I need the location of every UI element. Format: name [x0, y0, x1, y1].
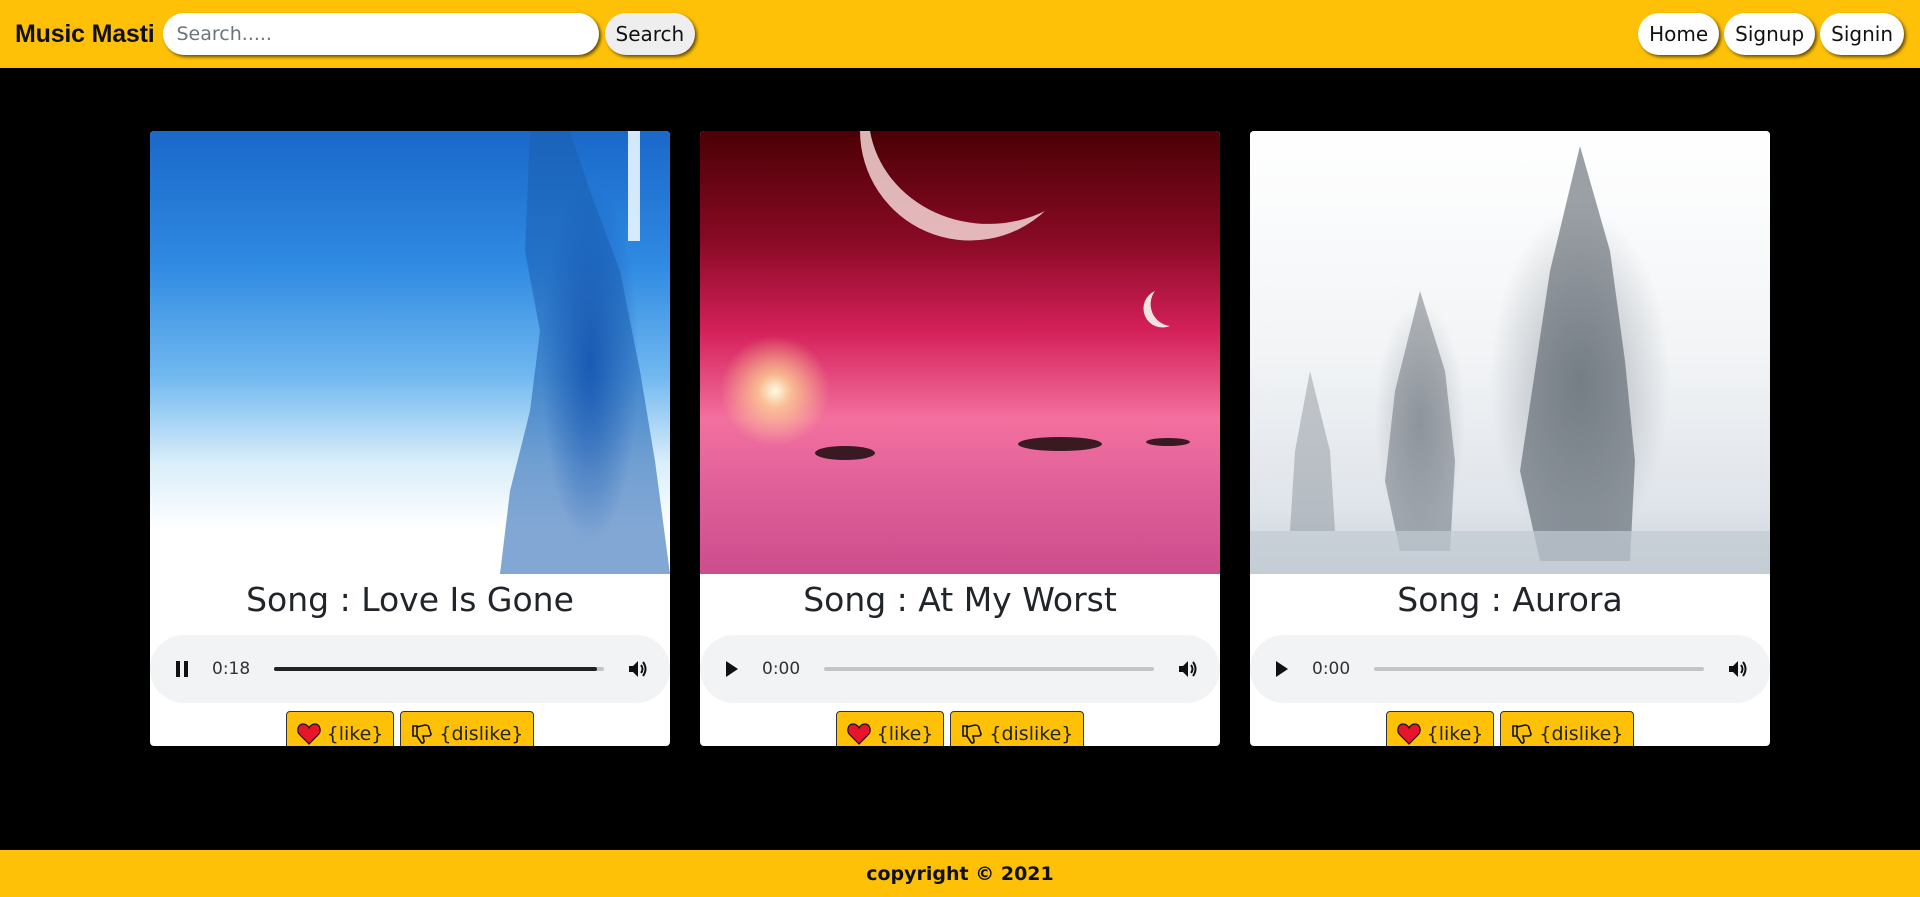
seek-bar[interactable]: [274, 667, 604, 671]
dislike-button[interactable]: {dislike}: [950, 711, 1085, 746]
thumbs-down-icon: [961, 723, 983, 745]
nav-home-button[interactable]: Home: [1638, 13, 1720, 55]
song-card: Song : Love Is Gone 0:18 {like} {dislike…: [150, 131, 670, 746]
song-card: Song : At My Worst 0:00 {like} {dislike}: [700, 131, 1220, 746]
play-icon[interactable]: [1270, 657, 1294, 681]
footer: copyright © 2021: [0, 850, 1920, 897]
volume-icon[interactable]: [1726, 657, 1750, 681]
thumbs-down-icon: [411, 723, 433, 745]
play-icon[interactable]: [720, 657, 744, 681]
audio-player[interactable]: 0:00: [700, 635, 1220, 703]
volume-icon[interactable]: [1176, 657, 1200, 681]
album-art: [150, 131, 670, 574]
like-label: {like}: [326, 722, 384, 745]
pause-icon[interactable]: [170, 657, 194, 681]
song-title: Song : Aurora: [1397, 580, 1623, 619]
player-time: 0:18: [212, 659, 251, 679]
navbar: Music Masti Search Home Signup Signin: [0, 0, 1920, 68]
dislike-button[interactable]: {dislike}: [1500, 711, 1635, 746]
seek-bar[interactable]: [1374, 667, 1704, 671]
nav-signup-button[interactable]: Signup: [1724, 13, 1816, 55]
search-input[interactable]: [162, 13, 599, 55]
seek-progress: [274, 667, 598, 671]
song-card: Song : Aurora 0:00 {like} {dislike}: [1250, 131, 1770, 746]
like-button[interactable]: {like}: [1385, 711, 1495, 746]
player-time: 0:00: [762, 659, 801, 679]
copyright-text: copyright © 2021: [866, 862, 1054, 885]
volume-icon[interactable]: [626, 657, 650, 681]
album-art: [1250, 131, 1770, 574]
like-label: {like}: [1426, 722, 1484, 745]
heart-icon: [296, 722, 321, 745]
audio-player[interactable]: 0:00: [1250, 635, 1770, 703]
reaction-buttons: {like} {dislike}: [150, 711, 670, 746]
song-title: Song : Love Is Gone: [246, 580, 574, 619]
album-art-figure: [815, 131, 1190, 460]
seek-bar[interactable]: [824, 667, 1154, 671]
like-button[interactable]: {like}: [285, 711, 395, 746]
search-button[interactable]: Search: [604, 13, 696, 55]
reaction-buttons: {like} {dislike}: [700, 711, 1220, 746]
nav-signin-button[interactable]: Signin: [1820, 13, 1904, 55]
like-label: {like}: [876, 722, 934, 745]
like-button[interactable]: {like}: [835, 711, 945, 746]
dislike-label: {dislike}: [1539, 722, 1624, 745]
heart-icon: [1396, 722, 1421, 745]
thumbs-down-icon: [1511, 723, 1533, 745]
album-art-figure: [1250, 146, 1770, 574]
heart-icon: [846, 722, 871, 745]
dislike-label: {dislike}: [989, 722, 1074, 745]
album-art-figure: [500, 131, 670, 574]
audio-player[interactable]: 0:18: [150, 635, 670, 703]
reaction-buttons: {like} {dislike}: [1250, 711, 1770, 746]
album-art: [700, 131, 1220, 574]
dislike-button[interactable]: {dislike}: [400, 711, 535, 746]
player-time: 0:00: [1312, 659, 1351, 679]
dislike-label: {dislike}: [439, 722, 524, 745]
nav-links: Home Signup Signin: [1633, 13, 1904, 55]
brand-logo[interactable]: Music Masti: [15, 20, 155, 49]
song-title: Song : At My Worst: [803, 580, 1117, 619]
